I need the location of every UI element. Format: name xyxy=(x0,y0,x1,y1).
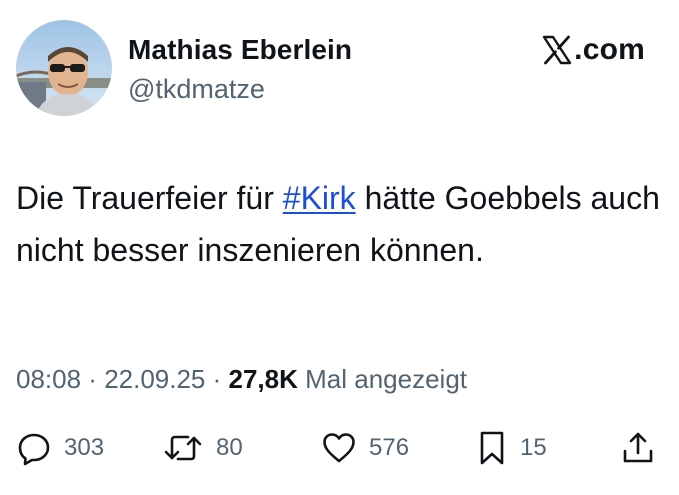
meta-separator: · xyxy=(205,364,229,394)
bookmark-button[interactable]: 15 xyxy=(476,428,547,468)
action-bar: 303 80 576 15 xyxy=(16,428,664,468)
repost-count: 80 xyxy=(216,434,243,461)
tweet-time[interactable]: 08:08 xyxy=(16,364,81,394)
brand-domain: .com xyxy=(574,33,645,66)
brand-logo: .com xyxy=(542,30,645,70)
reply-count: 303 xyxy=(64,434,105,461)
share-button[interactable] xyxy=(620,428,656,468)
views-count: 27,8K xyxy=(228,364,298,394)
user-handle[interactable]: @tkdmatze xyxy=(128,74,265,105)
bookmark-icon xyxy=(476,430,508,466)
x-logo-icon xyxy=(542,35,572,65)
repost-button[interactable]: 80 xyxy=(162,428,243,468)
tweet-date[interactable]: 22.09.25 xyxy=(104,364,205,394)
share-icon xyxy=(620,430,656,466)
like-button[interactable]: 576 xyxy=(321,428,409,468)
tweet-text: Die Trauerfeier für #Kirk hätte Goebbels… xyxy=(16,172,666,276)
tweet-meta: 08:08 · 22.09.25 · 27,8K Mal angezeigt xyxy=(16,364,467,395)
hashtag-link[interactable]: #Kirk xyxy=(283,180,356,216)
like-count: 576 xyxy=(369,434,410,461)
repost-icon xyxy=(162,430,204,466)
meta-separator: · xyxy=(81,364,105,394)
heart-icon xyxy=(321,430,357,466)
tweet-card: Mathias Eberlein @tkdmatze .com Die Trau… xyxy=(0,0,679,495)
display-name[interactable]: Mathias Eberlein xyxy=(128,34,352,66)
bookmark-count: 15 xyxy=(520,434,547,461)
reply-button[interactable]: 303 xyxy=(16,428,104,468)
reply-icon xyxy=(16,430,52,466)
views-label: Mal angezeigt xyxy=(297,364,468,394)
tweet-text-before: Die Trauerfeier für xyxy=(16,180,283,216)
avatar[interactable] xyxy=(16,20,112,116)
avatar-photo xyxy=(16,20,112,116)
